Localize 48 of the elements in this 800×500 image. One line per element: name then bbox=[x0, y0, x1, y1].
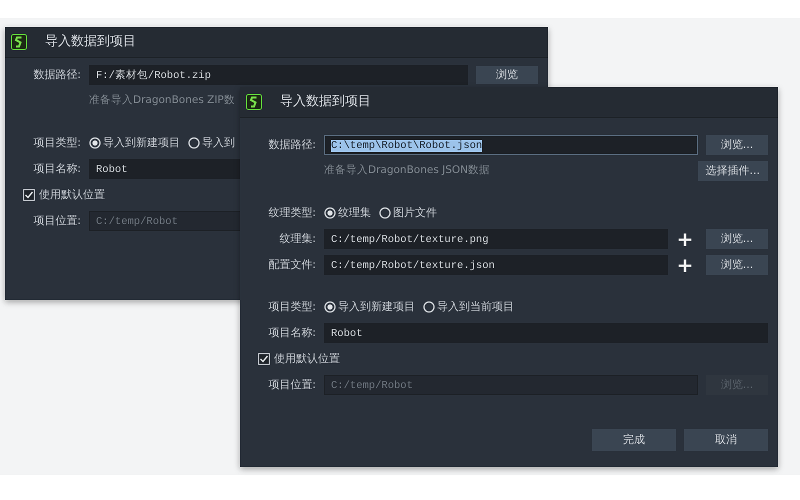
text-field[interactable]: C:/temp/Robot/texture.png bbox=[324, 229, 668, 249]
field-label: 项目名称: bbox=[32, 160, 82, 177]
text-field[interactable]: Robot bbox=[324, 323, 768, 343]
radio-button[interactable] bbox=[379, 207, 391, 219]
radio-button[interactable] bbox=[89, 137, 101, 149]
app-icon bbox=[11, 34, 27, 50]
radio-label[interactable]: 导入到新建项目 bbox=[103, 134, 180, 152]
field-label: 项目类型: bbox=[267, 298, 317, 315]
field-label: 项目位置: bbox=[32, 212, 82, 229]
field-label: 项目名称: bbox=[267, 324, 317, 341]
text-field[interactable]: Robot bbox=[89, 159, 241, 179]
window-title: 导入数据到项目 bbox=[280, 93, 371, 112]
radio-button[interactable] bbox=[423, 301, 435, 313]
app-icon bbox=[246, 94, 262, 110]
field-label: 项目位置: bbox=[267, 376, 317, 393]
text-field[interactable]: C:\temp\Robot\Robot.json bbox=[324, 135, 698, 155]
radio-button[interactable] bbox=[188, 137, 200, 149]
checkbox-label[interactable]: 使用默认位置 bbox=[39, 186, 105, 204]
window-title: 导入数据到项目 bbox=[45, 33, 136, 52]
radio-button[interactable] bbox=[324, 301, 336, 313]
radio-label[interactable]: 导入到新建项目 bbox=[338, 298, 415, 316]
checkbox[interactable] bbox=[258, 353, 270, 365]
dialog-button[interactable]: 完成 bbox=[592, 429, 676, 451]
radio-button[interactable] bbox=[324, 207, 336, 219]
field-label: 纹理类型: bbox=[267, 204, 317, 221]
radio-label[interactable]: 导入到 bbox=[202, 134, 235, 152]
field-label: 项目类型: bbox=[32, 134, 82, 151]
browse-button[interactable]: 浏览 bbox=[476, 66, 538, 84]
radio-label[interactable]: 图片文件 bbox=[393, 204, 437, 222]
hint-text: 准备导入DragonBones ZIP数 bbox=[89, 93, 235, 108]
field-label: 配置文件: bbox=[267, 256, 317, 273]
browse-button[interactable]: 浏览... bbox=[706, 135, 768, 155]
browse-button[interactable]: 浏览... bbox=[706, 255, 768, 275]
field-label: 数据路径: bbox=[267, 136, 317, 153]
hint-text: 准备导入DragonBones JSON数据 bbox=[324, 163, 492, 178]
add-button[interactable]: + bbox=[672, 255, 698, 275]
add-button[interactable]: + bbox=[672, 229, 698, 249]
field-label: 数据路径: bbox=[32, 66, 82, 83]
plugin-button[interactable]: 选择插件... bbox=[698, 161, 768, 181]
checkbox[interactable] bbox=[23, 189, 35, 201]
dialog-button[interactable]: 取消 bbox=[684, 429, 768, 451]
text-field[interactable]: C:/temp/Robot/texture.json bbox=[324, 255, 668, 275]
radio-label[interactable]: 导入到当前项目 bbox=[437, 298, 514, 316]
field-label: 纹理集: bbox=[278, 230, 317, 247]
browse-button[interactable]: 浏览... bbox=[706, 229, 768, 249]
checkbox-label[interactable]: 使用默认位置 bbox=[274, 350, 340, 368]
text-field[interactable]: F:/素材包/Robot.zip bbox=[89, 65, 468, 85]
radio-label[interactable]: 纹理集 bbox=[338, 204, 371, 222]
